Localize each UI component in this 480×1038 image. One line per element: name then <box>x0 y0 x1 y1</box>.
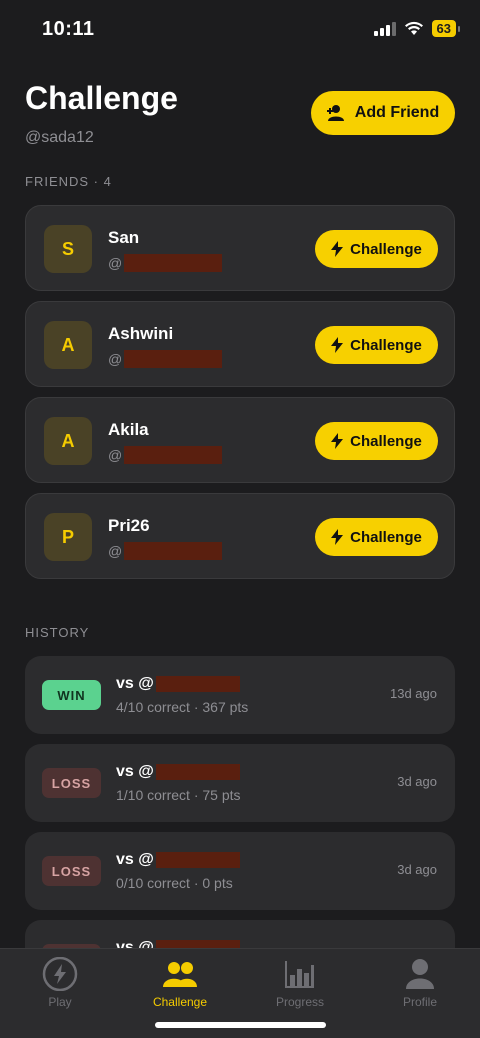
redacted-block <box>155 676 240 692</box>
result-badge: LOSS <box>42 856 101 886</box>
avatar: A <box>44 321 92 369</box>
lightning-icon <box>331 433 344 449</box>
tab-profile[interactable]: Profile <box>360 957 480 1009</box>
result-badge: WIN <box>42 680 101 710</box>
avatar: P <box>44 513 92 561</box>
lightning-icon <box>331 337 344 353</box>
friend-card: A Akila @ Challenge <box>25 397 455 483</box>
lightning-icon <box>331 241 344 257</box>
wifi-icon <box>404 21 423 35</box>
users-icon <box>163 962 197 987</box>
timestamp: 3d ago <box>397 862 437 877</box>
home-indicator <box>155 1022 326 1028</box>
redacted-block <box>155 852 240 868</box>
tab-progress[interactable]: Progress <box>240 957 360 1009</box>
add-friend-button[interactable]: Add Friend <box>311 91 455 135</box>
history-item[interactable]: LOSS vs @ 1/10 correct · 75 pts 3d ago <box>25 744 455 822</box>
redacted-block <box>124 446 223 464</box>
tab-label: Challenge <box>152 995 208 1009</box>
challenge-button[interactable]: Challenge <box>315 230 438 268</box>
battery-indicator: 63 <box>431 20 461 37</box>
friend-card: S San @ Challenge <box>25 205 455 291</box>
friend-card: A Ashwini @ Challenge <box>25 301 455 387</box>
history-section-label: HISTORY <box>25 625 90 640</box>
redacted-block <box>155 764 240 780</box>
tab-play[interactable]: Play <box>0 957 120 1009</box>
opponent-handle: vs @ <box>116 675 240 693</box>
friend-name: Akila <box>108 420 149 439</box>
page-title: Challenge <box>25 80 178 116</box>
status-icons: 63 <box>373 20 461 37</box>
friend-name: San <box>108 228 140 247</box>
bar-chart-icon <box>285 961 314 988</box>
status-bar: 10:11 63 <box>0 0 480 60</box>
friend-card: P Pri26 @ Challenge <box>25 493 455 579</box>
friend-name: Pri26 <box>108 516 150 535</box>
signal-icon <box>373 21 396 36</box>
challenge-button[interactable]: Challenge <box>315 518 438 556</box>
person-icon <box>406 959 434 989</box>
lightning-icon <box>331 529 344 545</box>
history-item[interactable]: WIN vs @ 4/10 correct · 367 pts 13d ago <box>25 656 455 734</box>
redacted-block <box>124 542 223 560</box>
opponent-handle: vs @ <box>116 851 240 869</box>
score-summary: 4/10 correct · 367 pts <box>116 699 249 715</box>
avatar: S <box>44 225 92 273</box>
opponent-handle: vs @ <box>116 763 240 781</box>
tab-label: Progress <box>275 995 325 1009</box>
score-summary: 1/10 correct · 75 pts <box>116 787 241 803</box>
timestamp: 13d ago <box>390 686 437 701</box>
score-summary: 0/10 correct · 0 pts <box>116 875 233 891</box>
friend-handle: @ <box>108 446 223 464</box>
history-item[interactable]: LOSS vs @ 0/10 correct · 0 pts 3d ago <box>25 832 455 910</box>
result-badge: LOSS <box>42 768 101 798</box>
timestamp: 3d ago <box>397 774 437 789</box>
redacted-block <box>124 350 223 368</box>
add-friend-label: Add Friend <box>354 104 440 121</box>
redacted-block <box>124 254 223 272</box>
user-handle: @sada12 <box>25 129 94 146</box>
lightning-icon <box>42 957 78 991</box>
challenge-button[interactable]: Challenge <box>315 326 438 364</box>
friend-name: Ashwini <box>108 324 174 343</box>
status-time: 10:11 <box>42 18 95 40</box>
tab-label: Play <box>48 995 72 1009</box>
friend-handle: @ <box>108 254 223 272</box>
avatar: A <box>44 417 92 465</box>
challenge-button[interactable]: Challenge <box>315 422 438 460</box>
friend-handle: @ <box>108 350 223 368</box>
friend-handle: @ <box>108 542 223 560</box>
tab-challenge[interactable]: Challenge <box>120 957 240 1009</box>
add-person-icon <box>326 105 344 121</box>
tab-label: Profile <box>402 995 437 1009</box>
friends-section-label: FRIENDS · 4 <box>25 174 112 189</box>
